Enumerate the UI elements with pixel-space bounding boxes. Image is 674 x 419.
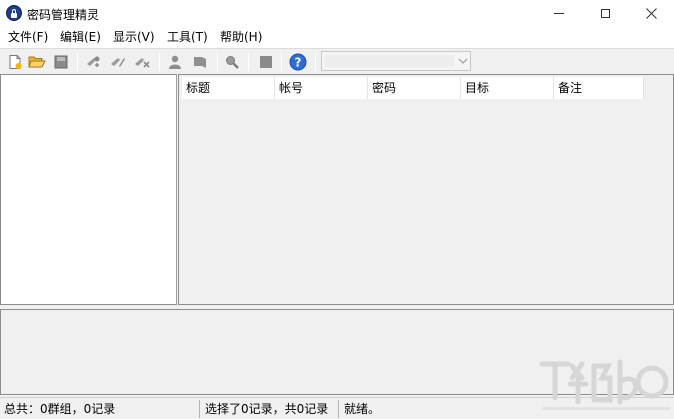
watermark-logo xyxy=(539,359,670,410)
menu-file[interactable]: 文件(F) xyxy=(8,29,48,46)
group-edit-icon xyxy=(111,58,125,67)
group-delete-icon xyxy=(135,58,150,68)
menu-view[interactable]: 显示(V) xyxy=(113,29,155,46)
status-selected: 选择了0记录，共0记录 xyxy=(201,400,339,418)
search-button[interactable] xyxy=(222,52,242,72)
menu-tools[interactable]: 工具(T) xyxy=(167,29,208,46)
column-header-target[interactable]: 目标 xyxy=(461,77,554,99)
toolbar-separator xyxy=(217,53,218,71)
open-folder-icon xyxy=(28,56,46,68)
maximize-icon xyxy=(600,9,610,18)
group-add-icon xyxy=(87,56,100,67)
toolbar-separator xyxy=(281,53,282,71)
close-button[interactable] xyxy=(628,0,674,27)
combo-value xyxy=(325,55,454,67)
list-header: 标题 帐号 密码 目标 备注 xyxy=(182,77,644,99)
save-icon xyxy=(54,55,68,69)
stop-button[interactable] xyxy=(256,52,276,72)
search-icon xyxy=(226,56,239,69)
toolbar-separator xyxy=(248,53,249,71)
toolbar-separator xyxy=(159,53,160,71)
search-combo[interactable] xyxy=(321,51,471,71)
toolbar-separator xyxy=(315,53,316,71)
lock-icon xyxy=(6,5,22,21)
help-icon: ? xyxy=(289,53,307,71)
record-edit-icon xyxy=(194,57,206,68)
edit-group-button[interactable] xyxy=(108,52,128,72)
open-button[interactable] xyxy=(27,52,47,72)
toolbar-separator xyxy=(77,53,78,71)
minimize-button[interactable] xyxy=(536,0,582,27)
delete-group-button[interactable] xyxy=(132,52,152,72)
stop-icon xyxy=(260,56,272,68)
close-icon xyxy=(645,8,657,19)
column-header-note[interactable]: 备注 xyxy=(554,77,644,99)
column-header-password[interactable]: 密码 xyxy=(368,77,461,99)
add-group-button[interactable] xyxy=(84,52,104,72)
minimize-icon xyxy=(554,13,564,14)
status-total: 总共：0群组，0记录 xyxy=(0,400,200,418)
record-add-icon xyxy=(169,55,181,69)
chevron-down-icon[interactable] xyxy=(456,54,470,68)
svg-text:?: ? xyxy=(295,56,302,70)
group-tree[interactable] xyxy=(0,74,177,305)
save-button[interactable] xyxy=(51,52,71,72)
menu-bar: 文件(F) 编辑(E) 显示(V) 工具(T) 帮助(H) xyxy=(0,27,674,48)
record-list[interactable] xyxy=(178,74,674,305)
column-header-title[interactable]: 标题 xyxy=(182,77,275,99)
menu-edit[interactable]: 编辑(E) xyxy=(60,29,101,46)
status-ready: 就绪。 xyxy=(344,402,381,416)
edit-record-button[interactable] xyxy=(190,52,210,72)
new-file-icon xyxy=(9,55,22,69)
window-title: 密码管理精灵 xyxy=(27,8,100,22)
title-bar: 密码管理精灵 xyxy=(0,0,674,27)
menu-help[interactable]: 帮助(H) xyxy=(220,29,262,46)
column-header-account[interactable]: 帐号 xyxy=(275,77,368,99)
add-record-button[interactable] xyxy=(165,52,185,72)
new-file-button[interactable] xyxy=(5,52,25,72)
maximize-button[interactable] xyxy=(582,0,628,27)
help-button[interactable]: ? xyxy=(288,52,308,72)
